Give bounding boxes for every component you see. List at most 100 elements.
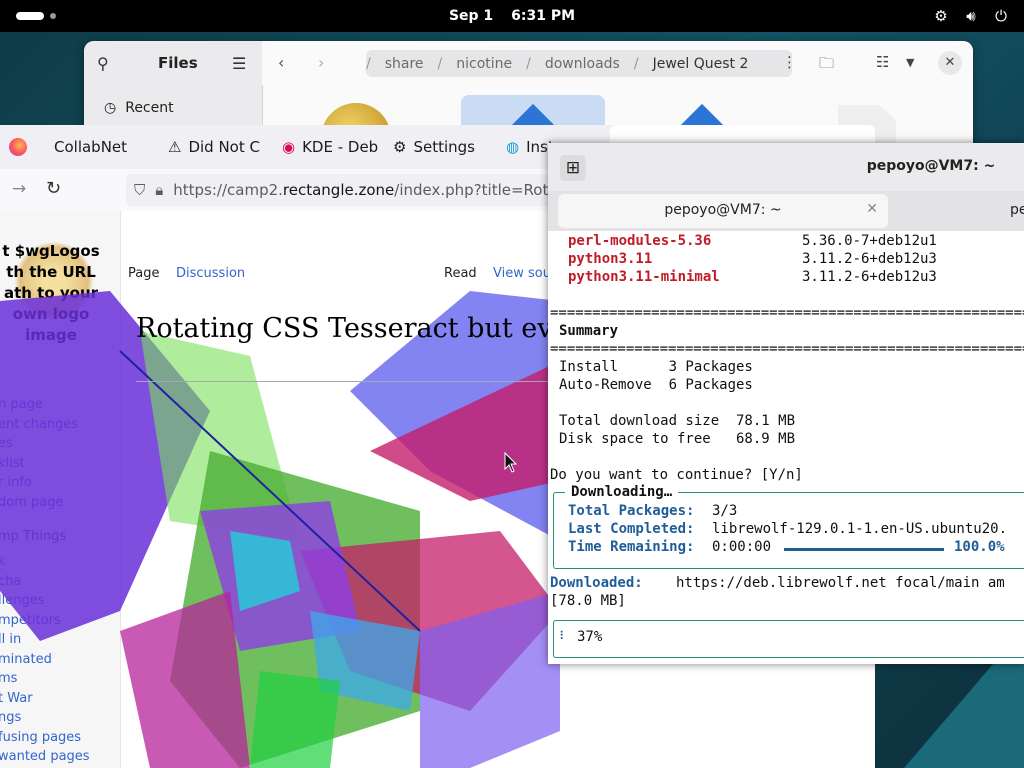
system-tray[interactable]: ⚙ 🔊︎ ⏻	[932, 7, 1010, 25]
status-box	[553, 620, 1024, 658]
sidebar-link[interactable]: t War	[0, 691, 33, 706]
spinner-icon: ⠇	[559, 629, 568, 643]
package-version: 5.36.0-7+deb12u1	[802, 233, 937, 249]
sidebar-link[interactable]: ll in	[0, 632, 21, 647]
separator-line: ========================================…	[550, 341, 1024, 357]
url-text: https://camp2.rectangle.zone/index.php?t…	[173, 181, 577, 199]
breadcrumb-item[interactable]: nicotine	[456, 56, 512, 72]
tab-view-source[interactable]: View sou	[493, 266, 551, 281]
lock-icon[interactable]: 🔒︎	[155, 181, 163, 199]
download-percent: 100.0%	[954, 539, 1005, 555]
browser-tab[interactable]: ◉ KDE - Deb	[282, 138, 378, 156]
hamburger-menu-icon[interactable]: ☰	[232, 54, 246, 73]
tab-page[interactable]: Page	[128, 266, 159, 281]
downloaded-label: Downloaded:	[550, 575, 643, 591]
sidebar-link[interactable]: ngs	[0, 710, 21, 725]
sidebar-link[interactable]: fusing pages	[0, 730, 81, 745]
total-packages-label: Total Packages:	[568, 503, 695, 519]
downloaded-url: https://deb.librewolf.net focal/main am	[676, 575, 1005, 591]
close-icon[interactable]: ✕	[866, 201, 878, 217]
time-remaining-value: 0:00:00	[712, 539, 772, 555]
tesseract-face	[200, 501, 360, 651]
more-options-icon[interactable]: ⋮	[782, 53, 797, 71]
separator-line: ========================================…	[550, 305, 1024, 321]
breadcrumb-separator: /	[437, 55, 443, 72]
sidebar-link[interactable]: dom page	[0, 495, 63, 510]
tesseract-edge	[119, 350, 421, 632]
tab-label: KDE - Deb	[302, 138, 379, 156]
breadcrumb-item[interactable]: share	[385, 56, 424, 72]
tab-read[interactable]: Read	[444, 266, 477, 281]
package-name: perl-modules-5.36	[568, 233, 712, 249]
reload-icon[interactable]: ↻	[46, 178, 61, 199]
package-name: python3.11	[568, 251, 653, 267]
sidebar-link[interactable]: llenges	[0, 593, 44, 608]
shield-icon[interactable]: ⛉	[134, 181, 145, 199]
tab-discussion[interactable]: Discussion	[176, 266, 245, 281]
breadcrumb: / share / nicotine / downloads / Jewel Q…	[366, 50, 792, 77]
folder-search-icon[interactable]: 🗀	[819, 53, 834, 78]
debian-icon: ◉	[282, 138, 296, 156]
terminal-tab[interactable]: pe	[1010, 202, 1024, 218]
status-percent: 37%	[577, 629, 603, 645]
terminal-header: ⊞ pepoyo@VM7: ~	[548, 143, 1024, 191]
sidebar-link[interactable]: ent changes	[0, 417, 78, 432]
browser-tab[interactable]: ⚙ Settings	[393, 138, 475, 156]
mouse-cursor-icon	[504, 452, 518, 473]
search-icon[interactable]: ⚲	[97, 54, 109, 73]
sidebar-link[interactable]: cha	[0, 574, 21, 589]
title-divider	[136, 381, 556, 382]
sidebar-link[interactable]: r info	[0, 475, 32, 490]
sidebar-link[interactable]: n page	[0, 397, 43, 412]
browser-tab[interactable]: CollabNet	[54, 138, 127, 156]
downloaded-size: [78.0 MB]	[550, 593, 626, 609]
install-line: Install 3 Packages	[559, 359, 753, 375]
volume-icon: 🔊︎	[966, 7, 976, 25]
sidebar-link[interactable]: klist	[0, 456, 25, 471]
download-progress-bar	[784, 548, 944, 551]
tesseract-face	[250, 671, 340, 768]
sidebar-link[interactable]: mpetitors	[0, 613, 61, 628]
sidebar-link[interactable]: minated	[0, 652, 52, 667]
url-prefix: https://camp2.	[173, 181, 283, 199]
top-bar: Sep 1 6:31 PM ⚙ 🔊︎ ⏻	[0, 0, 1024, 32]
wiki-logo-placeholder[interactable]: t $wgLogos th the URL ath to your own lo…	[0, 241, 106, 346]
url-domain: rectangle.zone	[282, 181, 395, 199]
terminal-output[interactable]: perl-modules-5.36 5.36.0-7+deb12u1 pytho…	[548, 231, 1024, 664]
tab-label: Did Not C	[188, 138, 260, 156]
tesseract-face	[300, 531, 560, 711]
sidebar-item-label: Recent	[125, 100, 174, 116]
close-icon[interactable]: ✕	[938, 51, 962, 75]
firefox-icon[interactable]	[9, 138, 27, 156]
tab-label: CollabNet	[54, 138, 128, 156]
clock[interactable]: Sep 1 6:31 PM	[0, 0, 1024, 32]
package-version: 3.11.2-6+deb12u3	[802, 251, 937, 267]
back-icon[interactable]: ‹	[278, 53, 284, 72]
forward-icon[interactable]: →	[12, 179, 26, 199]
files-header: ‹ › / share / nicotine / downloads / Jew…	[262, 41, 973, 85]
list-view-icon[interactable]: ☷	[876, 53, 889, 71]
clock-date: Sep 1	[448, 8, 494, 24]
sidebar-link[interactable]: wanted pages	[0, 749, 90, 764]
wiki-sidebar: t $wgLogos th the URL ath to your own lo…	[0, 211, 121, 768]
breadcrumb-item[interactable]: downloads	[545, 56, 620, 72]
disk-space-line: Disk space to free 68.9 MB	[559, 431, 796, 447]
autoremove-line: Auto-Remove 6 Packages	[559, 377, 753, 393]
sidebar-link[interactable]: k	[0, 554, 6, 569]
breadcrumb-current[interactable]: Jewel Quest 2	[653, 56, 749, 72]
download-size-line: Total download size 78.1 MB	[559, 413, 796, 429]
sidebar-link[interactable]: es	[0, 436, 13, 451]
browser-tab[interactable]: ⚠ Did Not C	[168, 138, 260, 156]
package-name: python3.11-minimal	[568, 269, 720, 285]
view-dropdown-icon[interactable]: ▼	[906, 56, 914, 69]
sidebar-item-recent[interactable]: ◷ Recent	[104, 100, 174, 116]
last-completed-label: Last Completed:	[568, 521, 695, 537]
tesseract-face	[120, 591, 250, 768]
breadcrumb-separator: /	[633, 55, 639, 72]
terminal-tab[interactable]: pepoyo@VM7: ~ ✕	[558, 194, 888, 228]
sidebar-link[interactable]: ms	[0, 671, 17, 686]
terminal-title: pepoyo@VM7: ~	[866, 158, 996, 174]
tesseract-face	[420, 591, 560, 768]
tab-label: Settings	[413, 138, 475, 156]
forward-icon[interactable]: ›	[318, 53, 324, 72]
